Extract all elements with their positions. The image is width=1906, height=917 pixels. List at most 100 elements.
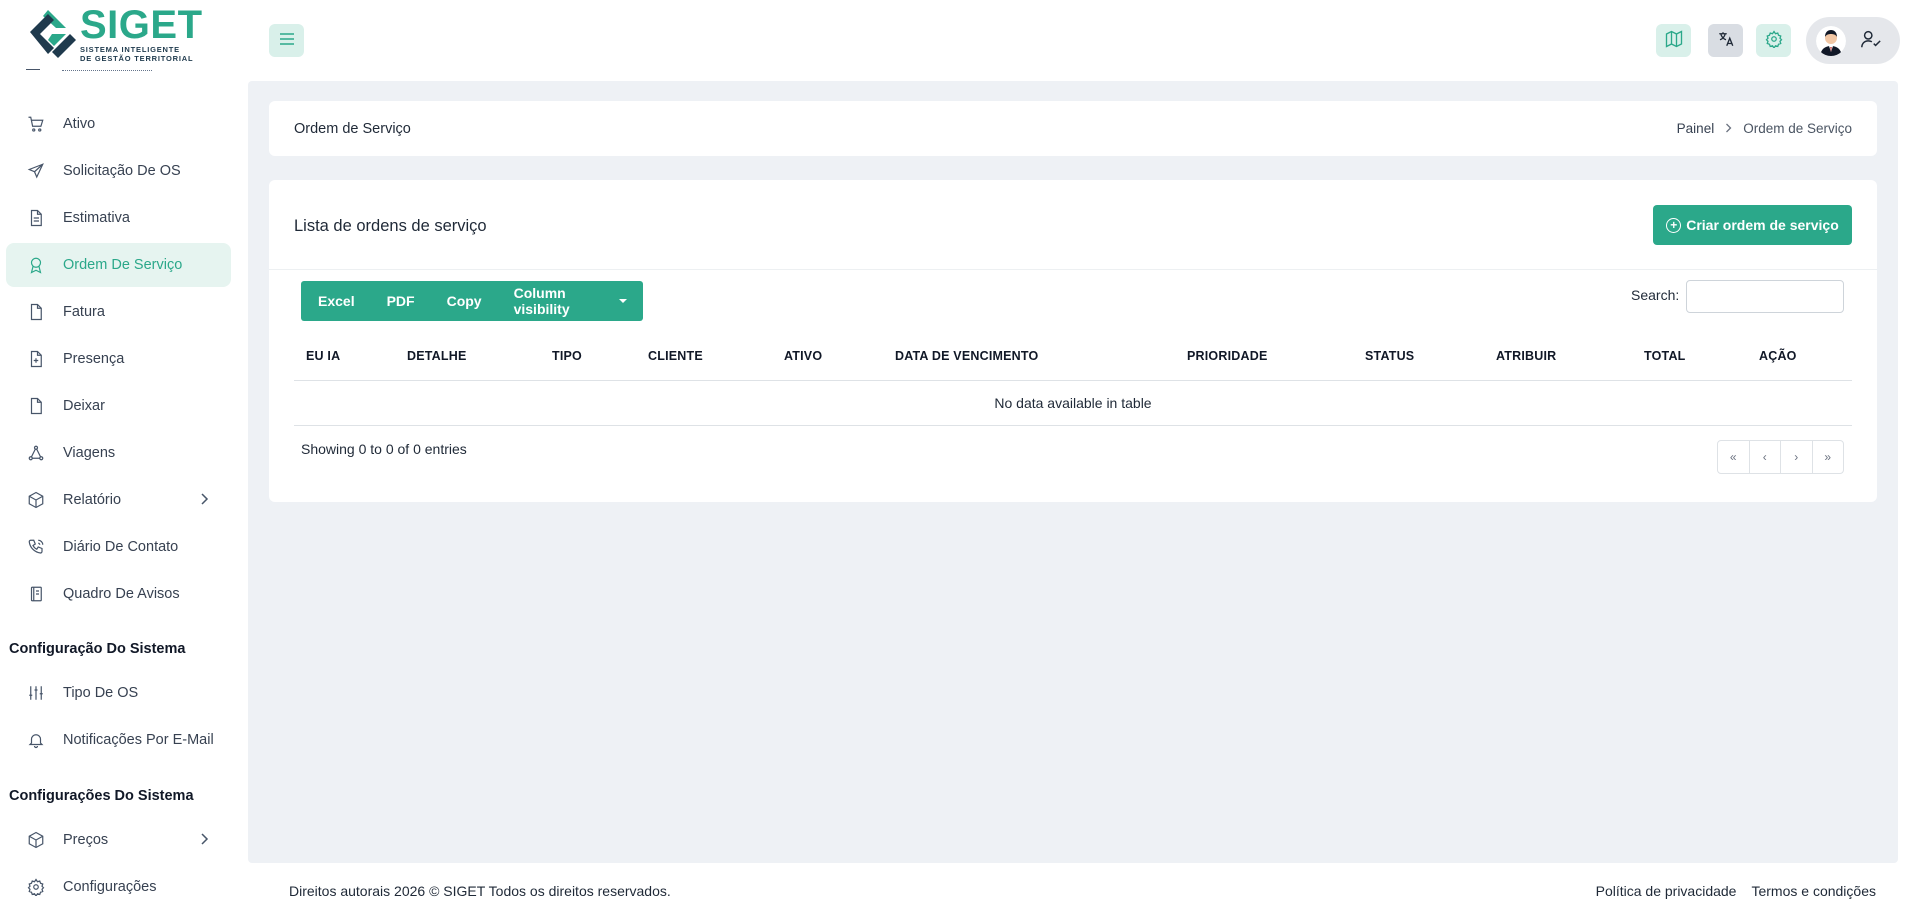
sidebar-item-ordem-de-servico[interactable]: Ordem De Serviço xyxy=(6,243,231,287)
next-page-button[interactable]: › xyxy=(1781,441,1813,473)
sidebar-item-presenca[interactable]: Presença xyxy=(6,337,231,381)
column-header[interactable]: CLIENTE xyxy=(648,349,703,363)
user-check-icon xyxy=(1860,28,1882,53)
empty-table-message: No data available in table xyxy=(294,381,1852,426)
pdf-button[interactable]: PDF xyxy=(371,281,431,321)
privacy-policy-link[interactable]: Política de privacidade xyxy=(1596,883,1737,899)
settings-button[interactable] xyxy=(1756,24,1791,57)
caret-down-icon xyxy=(619,299,627,303)
copy-button[interactable]: Copy xyxy=(431,281,498,321)
column-header[interactable]: AÇÃO xyxy=(1759,349,1797,363)
sidebar-item-solicitacao-os[interactable]: Solicitação De OS xyxy=(6,149,231,193)
brand-subtitle-2: DE GESTÃO TERRITORIAL xyxy=(80,54,194,63)
file-plus-icon xyxy=(26,349,46,369)
sidebar-item-relatorio[interactable]: Relatório xyxy=(6,478,231,522)
breadcrumb-home-link[interactable]: Painel xyxy=(1677,121,1715,136)
sidebar-item-label: Diário De Contato xyxy=(63,539,179,555)
card-divider xyxy=(269,269,1877,270)
search-label: Search: xyxy=(1631,287,1680,303)
logo-mark-icon xyxy=(26,8,78,60)
sidebar-item-tipo-de-os[interactable]: Tipo De OS xyxy=(6,671,231,715)
terms-link[interactable]: Termos e condições xyxy=(1751,883,1876,899)
menu-toggle-button[interactable] xyxy=(269,24,304,57)
share-nodes-icon xyxy=(26,443,46,463)
sidebar-item-viagens[interactable]: Viagens xyxy=(6,431,231,475)
sidebar-item-scrolled xyxy=(0,68,248,88)
sidebar-item-label: Tipo De OS xyxy=(63,685,139,701)
brand-name: SIGET xyxy=(80,3,203,47)
search-input[interactable] xyxy=(1686,280,1844,313)
footer-links: Política de privacidade Termos e condiçõ… xyxy=(1581,883,1876,899)
sidebar-item-label: Estimativa xyxy=(63,210,130,226)
sidebar-item-diario-de-contato[interactable]: Diário De Contato xyxy=(6,525,231,569)
column-visibility-label: Column visibility xyxy=(513,285,570,317)
table-info: Showing 0 to 0 of 0 entries xyxy=(301,441,467,457)
column-visibility-button[interactable]: Column visibility xyxy=(498,281,643,321)
notebook-icon xyxy=(26,584,46,604)
document-icon xyxy=(26,208,46,228)
phone-icon xyxy=(26,537,46,557)
breadcrumb: Painel Ordem de Serviço xyxy=(1677,121,1852,136)
export-button-group: Excel PDF Copy Column visibility xyxy=(301,281,643,321)
map-icon xyxy=(1664,29,1684,52)
sidebar-item-label: Presença xyxy=(63,351,125,367)
map-button[interactable] xyxy=(1656,24,1691,57)
sidebar-item-precos[interactable]: Preços xyxy=(6,818,231,862)
create-button-label: Criar ordem de serviço xyxy=(1686,217,1839,233)
file-icon xyxy=(26,396,46,416)
sidebar-item-label: Solicitação De OS xyxy=(63,163,181,179)
gear-icon xyxy=(26,877,46,897)
breadcrumb-card: Ordem de Serviço Painel Ordem de Serviço xyxy=(269,101,1877,156)
sidebar-item-quadro-de-avisos[interactable]: Quadro De Avisos xyxy=(6,572,231,616)
column-header[interactable]: EU IA xyxy=(306,349,340,363)
last-page-button[interactable]: » xyxy=(1813,441,1844,473)
sidebar-item-label: Relatório xyxy=(63,492,122,508)
file-icon xyxy=(26,302,46,322)
create-service-order-button[interactable]: + Criar ordem de serviço xyxy=(1653,205,1852,245)
cart-icon xyxy=(26,114,46,134)
sidebar-item-label: Configurações xyxy=(63,879,157,895)
hamburger-icon xyxy=(279,32,295,49)
sidebar-item-configuracoes[interactable]: Configurações xyxy=(6,865,231,909)
user-menu-button[interactable] xyxy=(1806,17,1900,64)
sidebar-section-title: Configuração Do Sistema xyxy=(9,641,186,657)
send-icon xyxy=(26,161,46,181)
box-icon xyxy=(26,490,46,510)
sidebar-item-notificacoes[interactable]: Notificações Por E-Mail xyxy=(6,718,231,762)
column-header[interactable]: TOTAL xyxy=(1644,349,1686,363)
chevron-right-icon xyxy=(199,492,209,508)
gear-icon xyxy=(1765,30,1783,51)
bell-icon xyxy=(26,730,46,750)
column-header[interactable]: DETALHE xyxy=(407,349,467,363)
language-button[interactable] xyxy=(1708,24,1743,57)
plus-circle-icon: + xyxy=(1666,217,1682,233)
previous-page-button[interactable]: ‹ xyxy=(1750,441,1781,473)
sidebar-item-fatura[interactable]: Fatura xyxy=(6,290,231,334)
sidebar-item-label: Viagens xyxy=(63,445,116,461)
footer-copyright: Direitos autorais 2026 © SIGET Todos os … xyxy=(289,883,671,899)
column-header[interactable]: ATIVO xyxy=(784,349,822,363)
avatar xyxy=(1816,25,1846,56)
list-title: Lista de ordens de serviço xyxy=(294,217,487,235)
siget-logo[interactable]: SIGET SISTEMA INTELIGENTE DE GESTÃO TERR… xyxy=(26,2,206,66)
sliders-icon xyxy=(26,683,46,703)
sidebar-item-deixar[interactable]: Deixar xyxy=(6,384,231,428)
page-title: Ordem de Serviço xyxy=(294,121,411,137)
chevron-right-icon xyxy=(199,832,209,848)
column-header[interactable]: STATUS xyxy=(1365,349,1414,363)
pagination: « ‹ › » xyxy=(1717,440,1844,474)
sidebar-item-ativo[interactable]: Ativo xyxy=(6,102,231,146)
translate-icon xyxy=(1717,30,1735,51)
sidebar-item-label: Quadro De Avisos xyxy=(63,586,180,602)
first-page-button[interactable]: « xyxy=(1718,441,1750,473)
column-header[interactable]: ATRIBUIR xyxy=(1496,349,1556,363)
sidebar-item-label: Deixar xyxy=(63,398,105,414)
chevron-right-icon xyxy=(1725,121,1732,136)
column-header[interactable]: DATA DE VENCIMENTO xyxy=(895,349,1038,363)
column-header[interactable]: TIPO xyxy=(552,349,582,363)
sidebar-item-label: Fatura xyxy=(63,304,105,320)
sidebar-item-label: Notificações Por E-Mail xyxy=(63,732,214,748)
column-header[interactable]: PRIORIDADE xyxy=(1187,349,1267,363)
excel-button[interactable]: Excel xyxy=(301,281,371,321)
sidebar-item-estimativa[interactable]: Estimativa xyxy=(6,196,231,240)
